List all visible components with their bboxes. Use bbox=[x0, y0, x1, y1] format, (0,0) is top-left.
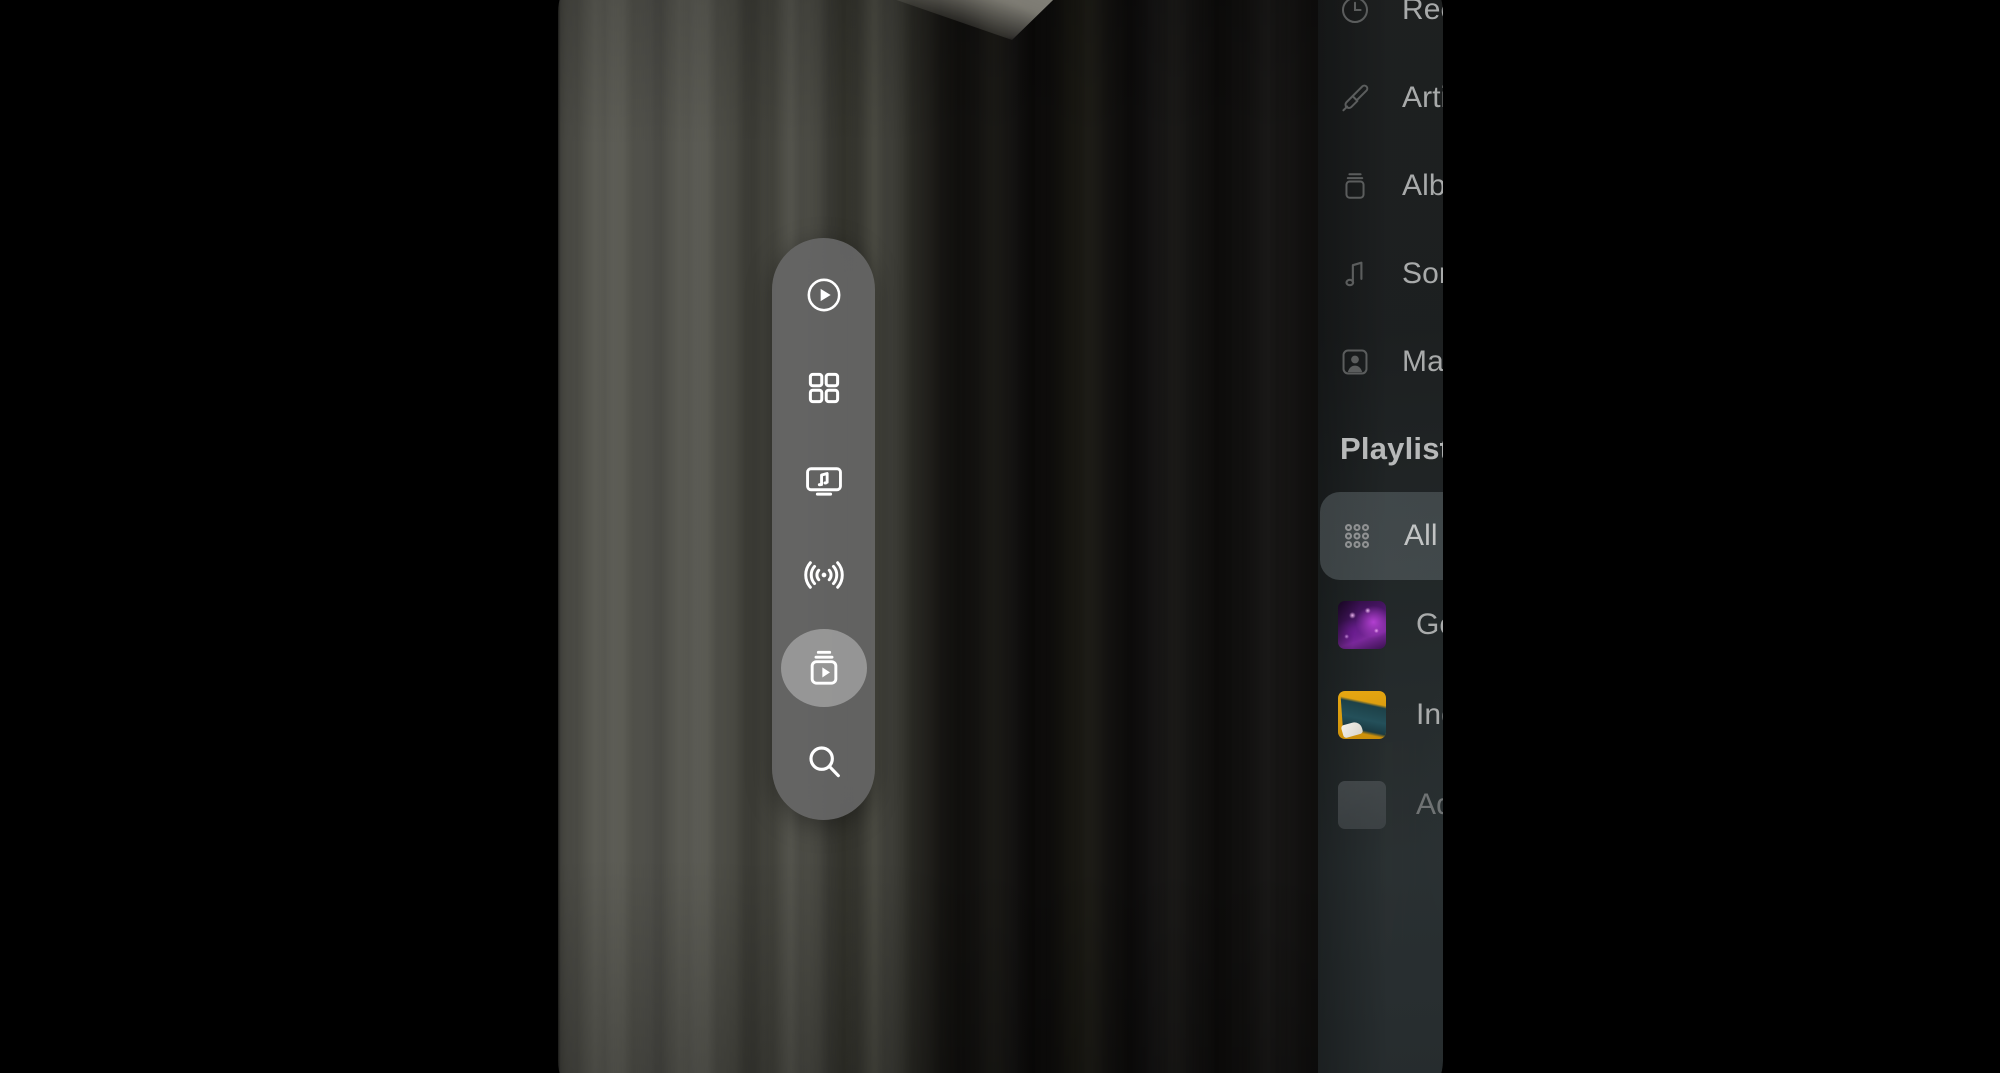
play-circle-icon[interactable] bbox=[781, 262, 867, 328]
library-sidebar-panel: Recently Added Artists bbox=[1318, 0, 1443, 1073]
clock-icon bbox=[1338, 0, 1372, 27]
screen-root: Recently Added Artists bbox=[0, 0, 2000, 1073]
sidebar-item-label: Good Vibes Only bbox=[1416, 608, 1443, 641]
floating-vertical-toolbar bbox=[772, 238, 875, 820]
sidebar-item-made-for-you[interactable]: Made For You bbox=[1318, 318, 1443, 406]
sidebar-item-label: Songs bbox=[1402, 257, 1443, 290]
sidebar-nav-list: Recently Added Artists bbox=[1318, 0, 1443, 850]
sidebar-item-albums[interactable]: Albums bbox=[1318, 142, 1443, 230]
app-window: Recently Added Artists bbox=[558, 0, 1443, 1073]
playlist-artwork bbox=[1338, 691, 1386, 739]
grid-squares-icon[interactable] bbox=[781, 355, 867, 421]
sidebar-item-label: Made For You bbox=[1402, 345, 1443, 378]
sidebar-item-label: Albums bbox=[1402, 169, 1443, 202]
albums-stack-icon bbox=[1338, 169, 1372, 203]
sidebar-item-label: Artists bbox=[1402, 81, 1443, 114]
sidebar-item-add-playlist[interactable]: Add Playlist bbox=[1318, 760, 1443, 850]
sidebar-item-label: Recently Added bbox=[1402, 0, 1443, 26]
playlist-stack-play-icon[interactable] bbox=[780, 628, 867, 707]
grid-dots-icon bbox=[1340, 519, 1374, 553]
music-video-screen-icon[interactable] bbox=[781, 448, 867, 514]
sidebar-item-all-playlists[interactable]: All Playlists bbox=[1320, 492, 1443, 580]
search-icon[interactable] bbox=[781, 728, 867, 794]
sidebar-item-label: Add Playlist bbox=[1416, 788, 1443, 821]
sidebar-item-good-vibes-only[interactable]: Good Vibes Only bbox=[1318, 580, 1443, 670]
sidebar-item-label: Indie Anthems bbox=[1416, 698, 1443, 731]
sidebar-item-label: All Playlists bbox=[1404, 519, 1443, 552]
playlist-artwork bbox=[1338, 781, 1386, 829]
microphone-icon bbox=[1338, 81, 1372, 115]
sidebar-item-indie-anthems[interactable]: Indie Anthems bbox=[1318, 670, 1443, 760]
person-portrait-icon bbox=[1338, 345, 1372, 379]
section-header-playlists: Playlists bbox=[1340, 431, 1443, 466]
playlist-artwork bbox=[1338, 601, 1386, 649]
background-vignette bbox=[558, 0, 1443, 1073]
sidebar-item-recently-added[interactable]: Recently Added bbox=[1318, 0, 1443, 54]
music-note-icon bbox=[1338, 257, 1372, 291]
sidebar-item-songs[interactable]: Songs bbox=[1318, 230, 1443, 318]
radio-broadcast-icon[interactable] bbox=[781, 542, 867, 608]
sidebar-item-artists[interactable]: Artists bbox=[1318, 54, 1443, 142]
